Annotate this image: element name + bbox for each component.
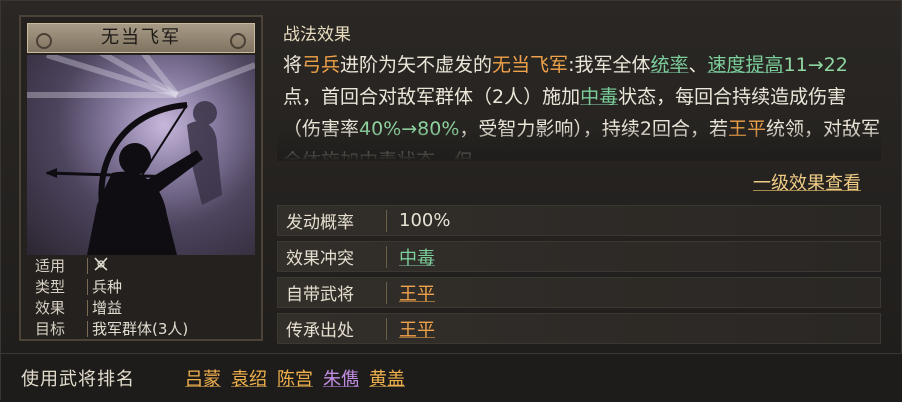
conflict-link[interactable]: 中毒	[399, 244, 435, 270]
info-row-applicable: 适用	[27, 255, 255, 276]
general-link[interactable]: 袁绍	[231, 365, 267, 391]
property-value: 100%	[399, 210, 451, 231]
effect-text-segment: 进阶为矢不虚发的	[340, 54, 493, 76]
level-one-effect-button[interactable]: 一级效果查看	[753, 169, 861, 195]
effect-keyword[interactable]: 王平	[728, 118, 766, 140]
effect-text-segment: 将	[283, 54, 303, 76]
tactic-detail-panel: 无当飞军 适用 类型 兵种 效果 增益 目标 我军群体(3人) 战法效果 将弓兵…	[0, 0, 902, 402]
effect-keyword: 40%→80%	[359, 118, 460, 140]
effect-title: 战法效果	[283, 25, 351, 45]
property-row-own-general: 自带武将 王平	[277, 277, 881, 308]
effect-keyword: 11→22	[783, 54, 848, 76]
general-link[interactable]: 陈宫	[277, 365, 313, 391]
info-row-type: 类型 兵种	[27, 276, 255, 297]
general-link[interactable]: 黄盖	[369, 365, 405, 391]
effect-keyword[interactable]: 中毒	[580, 86, 618, 108]
effect-text-segment: :我军全体	[568, 54, 651, 76]
info-key: 适用	[35, 257, 66, 275]
general-link[interactable]: 吕蒙	[185, 365, 221, 391]
ornament-icon	[230, 33, 246, 49]
tactic-card: 无当飞军 适用 类型 兵种 效果 增益 目标 我军群体(3人)	[19, 15, 263, 341]
divider	[386, 317, 387, 340]
divider	[386, 245, 387, 268]
effect-keyword[interactable]: 弓兵	[302, 54, 340, 76]
info-key: 效果	[35, 299, 66, 317]
property-key: 传承出处	[286, 321, 354, 341]
property-rows: 发动概率 100% 效果冲突 中毒 自带武将 王平 传承出处 王平	[277, 205, 881, 349]
info-key: 类型	[35, 278, 66, 296]
general-link[interactable]: 朱儁	[323, 365, 359, 391]
divider	[386, 281, 387, 304]
property-key: 自带武将	[286, 285, 354, 305]
info-key: 目标	[35, 320, 66, 338]
tactic-artwork	[27, 55, 255, 255]
usage-ranking-label: 使用武将排名	[21, 369, 135, 390]
inherit-source-link[interactable]: 王平	[399, 316, 435, 342]
effect-keyword[interactable]: 统率	[650, 54, 688, 76]
effect-section: 战法效果 将弓兵进阶为矢不虚发的无当飞军:我军全体统率、速度提高11→22 点，首…	[277, 21, 881, 197]
tactic-info-list: 适用 类型 兵种 效果 增益 目标 我军群体(3人)	[27, 255, 255, 338]
general-ranking-list: 吕蒙 袁绍 陈宫 朱儁 黄盖	[185, 365, 415, 391]
info-value: 我军群体(3人)	[92, 320, 189, 338]
effect-text-segment: ，受智力影响），持续2回合，若	[459, 118, 728, 140]
own-general-link[interactable]: 王平	[399, 280, 435, 306]
info-row-effect: 效果 增益	[27, 297, 255, 318]
tactic-name: 无当飞军	[101, 27, 181, 48]
info-value: 兵种	[92, 278, 123, 296]
effect-description[interactable]: 将弓兵进阶为矢不虚发的无当飞军:我军全体统率、速度提高11→22 点，首回合对敌军…	[277, 49, 881, 161]
effect-keyword[interactable]: 速度提高	[708, 54, 784, 76]
effect-text-segment: 点，首回合对敌军群体（2人）施加	[283, 86, 581, 108]
info-row-target: 目标 我军群体(3人)	[27, 318, 255, 339]
effect-text-segment: 、	[688, 54, 708, 76]
effect-keyword[interactable]: 无当飞军	[492, 54, 568, 76]
usage-ranking-bar: 使用武将排名 吕蒙 袁绍 陈宫 朱儁 黄盖	[1, 353, 902, 402]
archer-silhouette-image	[27, 55, 255, 255]
bow-crossbow-icon	[88, 256, 110, 276]
property-key: 发动概率	[286, 213, 354, 233]
info-value: 增益	[92, 299, 123, 317]
tactic-name-plate: 无当飞军	[27, 23, 255, 53]
divider	[386, 209, 387, 232]
property-key: 效果冲突	[286, 249, 354, 269]
property-row-trigger-rate: 发动概率 100%	[277, 205, 881, 236]
property-row-conflict: 效果冲突 中毒	[277, 241, 881, 272]
property-row-inherit-source: 传承出处 王平	[277, 313, 881, 344]
ornament-icon	[36, 33, 52, 49]
